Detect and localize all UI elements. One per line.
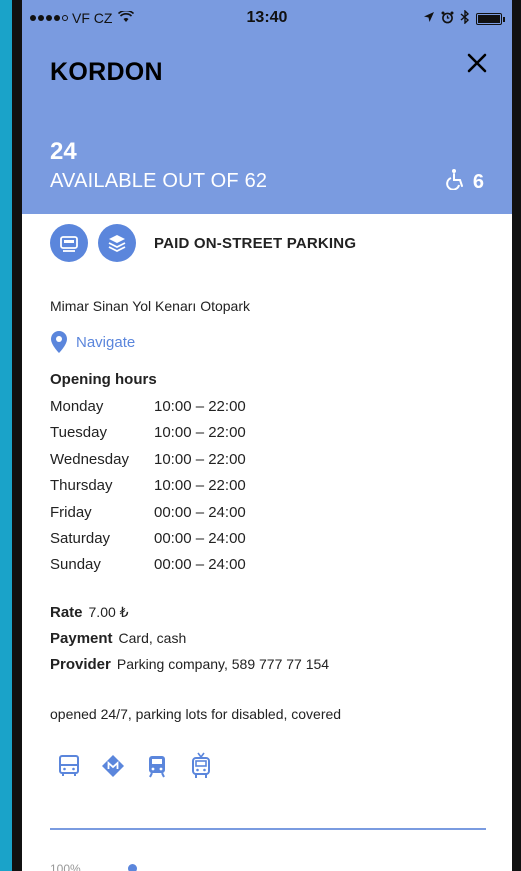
hours-day: Saturday (50, 529, 111, 547)
hours-row-tuesday: Tuesday 10:00 – 22:00 (50, 424, 246, 450)
hours-row-sunday: Sunday 00:00 – 24:00 (50, 556, 246, 582)
parking-features: opened 24/7, parking lots for disabled, … (50, 706, 342, 722)
alarm-icon (441, 11, 454, 27)
occupancy-label: 100% (50, 862, 81, 871)
card-stack-icon (98, 224, 136, 262)
parking-info: Rate 7.00 ₺ Payment Card, cash Provider Par… (50, 604, 329, 682)
transport-options (56, 752, 214, 783)
hours-time: 00:00 – 24:00 (154, 529, 246, 547)
hours-row-saturday: Saturday 00:00 – 24:00 (50, 530, 246, 556)
parking-type-row: PAID ON-STREET PARKING (50, 224, 356, 262)
hours-time: 10:00 – 22:00 (154, 424, 246, 442)
hours-day: Tuesday (50, 424, 107, 442)
rate-row: Rate 7.00 ₺ (50, 604, 329, 630)
parking-name: KORDON (50, 58, 163, 86)
trolleybus-icon (188, 752, 214, 783)
provider-value: Parking company, 589 777 77 154 (116, 656, 330, 672)
hours-time: 10:00 – 22:00 (154, 398, 246, 415)
rate-value: 7.00 ₺ (88, 604, 129, 620)
opening-hours-title: Opening hours (50, 371, 157, 388)
hours-row-friday: Friday 00:00 – 24:00 (50, 504, 246, 530)
tram-icon (144, 753, 170, 782)
navigate-link[interactable]: Navigate (50, 330, 135, 354)
available-count: 24 (50, 138, 77, 165)
payment-row: Payment Card, cash (50, 630, 329, 656)
available-label: AVAILABLE OUT OF 62 (50, 170, 268, 192)
metro-icon (100, 753, 126, 782)
hours-time: 00:00 – 24:00 (154, 503, 246, 521)
parking-type-label: PAID ON-STREET PARKING (154, 234, 357, 252)
close-button[interactable] (462, 48, 492, 78)
hours-row-thursday: Thursday 10:00 – 22:00 (50, 477, 246, 503)
rate-label: Rate (50, 604, 83, 621)
parking-meter-icon (50, 224, 88, 262)
background-strip (0, 0, 12, 871)
hours-day: Friday (50, 503, 92, 521)
opening-hours-list: Monday 10:00 – 22:00 Tuesday 10:00 – 22:00… (50, 398, 246, 583)
disabled-spots: 6 (445, 168, 484, 196)
parking-detail-screen: VF CZ 13:40 KORDON 24 AVAILABLE OUT OF 6… (22, 0, 512, 871)
battery-icon (476, 12, 505, 25)
hours-time: 10:00 – 22:00 (154, 477, 246, 495)
bluetooth-icon (460, 9, 470, 27)
parking-address: Mimar Sinan Yol Kenarı Otopark (50, 298, 250, 314)
hours-day: Monday (50, 398, 104, 415)
hours-row-monday: Monday 10:00 – 22:00 (50, 398, 246, 424)
hours-time: 10:00 – 22:00 (154, 450, 246, 468)
background-gap (12, 0, 22, 871)
parking-header: VF CZ 13:40 KORDON 24 AVAILABLE OUT OF 6… (22, 0, 512, 214)
bus-icon (56, 753, 82, 782)
section-divider (50, 828, 486, 830)
hours-day: Thursday (50, 477, 113, 495)
hours-day: Sunday (50, 556, 101, 574)
navigate-label: Navigate (76, 333, 136, 351)
provider-row: Provider Parking company, 589 777 77 154 (50, 656, 329, 682)
disabled-spots-count: 6 (472, 170, 484, 193)
location-pin-icon (51, 331, 67, 353)
hours-day: Wednesday (50, 450, 129, 468)
wheelchair-icon (445, 168, 467, 196)
hours-row-wednesday: Wednesday 10:00 – 22:00 (50, 451, 246, 477)
status-right (423, 9, 505, 27)
status-bar: VF CZ 13:40 (22, 0, 512, 36)
hours-time: 00:00 – 24:00 (154, 556, 246, 574)
close-icon (467, 53, 487, 73)
location-arrow-icon (423, 11, 435, 26)
payment-value: Card, cash (118, 630, 187, 646)
payment-label: Payment (50, 630, 113, 647)
background-gap-right (512, 0, 521, 871)
occupancy-marker (128, 864, 137, 871)
provider-label: Provider (50, 656, 111, 673)
